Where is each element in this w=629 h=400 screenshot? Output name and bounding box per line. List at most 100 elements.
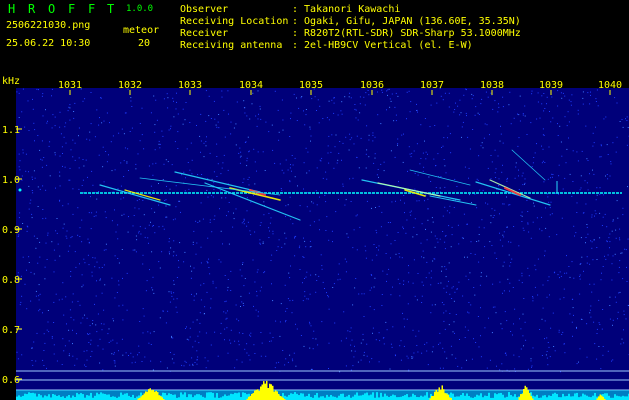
noise-dot <box>82 159 84 160</box>
activity-bar <box>290 393 292 400</box>
noise-dot <box>147 237 149 239</box>
noise-dot <box>534 152 536 154</box>
noise-dot <box>244 142 246 143</box>
noise-dot <box>395 92 397 94</box>
noise-dot <box>602 266 604 267</box>
noise-dot <box>397 95 399 97</box>
noise-dot <box>80 322 82 324</box>
noise-dot <box>61 298 63 300</box>
noise-dot <box>482 189 484 191</box>
noise-dot <box>426 342 428 344</box>
noise-dot <box>593 173 595 175</box>
noise-dot <box>450 152 452 154</box>
noise-dot <box>339 141 341 142</box>
noise-dot <box>217 121 219 123</box>
noise-dot <box>494 209 496 211</box>
noise-dot <box>532 297 534 299</box>
noise-dot <box>498 178 500 180</box>
noise-dot <box>312 202 314 204</box>
noise-dot <box>22 152 24 154</box>
activity-bar <box>364 393 366 400</box>
noise-dot <box>177 113 179 115</box>
noise-dot <box>340 110 342 112</box>
noise-dot <box>532 221 534 223</box>
noise-dot <box>411 152 413 154</box>
noise-dot <box>184 360 186 362</box>
noise-dot <box>158 226 160 228</box>
noise-dot <box>394 106 396 108</box>
noise-dot <box>465 88 467 90</box>
activity-bar <box>462 393 464 400</box>
noise-dot <box>518 169 519 171</box>
noise-dot <box>154 124 156 126</box>
noise-dot <box>408 90 410 92</box>
noise-dot <box>87 254 89 256</box>
noise-dot <box>572 307 574 309</box>
noise-dot <box>117 258 119 259</box>
noise-dot <box>420 242 422 244</box>
noise-dot <box>589 283 591 285</box>
noise-dot <box>142 332 144 334</box>
noise-dot <box>220 332 222 334</box>
noise-dot <box>467 223 468 225</box>
noise-dot <box>175 206 177 208</box>
noise-dot <box>471 358 473 360</box>
noise-dot <box>488 317 489 319</box>
noise-dot <box>454 332 455 334</box>
noise-dot <box>224 275 226 276</box>
noise-dot <box>586 226 588 228</box>
noise-dot <box>568 266 570 267</box>
noise-dot <box>327 145 329 147</box>
noise-dot <box>142 308 144 310</box>
activity-peak-bar <box>269 383 271 400</box>
noise-dot <box>431 351 433 353</box>
noise-dot <box>397 144 398 146</box>
noise-dot <box>42 115 44 117</box>
noise-dot <box>606 226 608 228</box>
noise-dot <box>67 250 69 252</box>
noise-dot <box>385 253 387 254</box>
noise-dot <box>484 327 486 329</box>
noise-dot <box>89 139 91 141</box>
noise-dot <box>150 194 152 195</box>
noise-dot <box>445 268 447 270</box>
noise-dot <box>622 214 624 216</box>
noise-dot <box>612 324 613 326</box>
noise-dot <box>371 207 372 209</box>
noise-dot <box>262 241 264 243</box>
activity-bar <box>534 396 536 400</box>
noise-dot <box>531 366 532 368</box>
noise-dot <box>274 367 276 369</box>
noise-dot <box>284 232 286 234</box>
noise-dot <box>130 352 132 354</box>
noise-dot <box>278 131 280 133</box>
noise-dot <box>86 350 88 352</box>
noise-dot <box>118 132 120 134</box>
noise-dot <box>432 260 434 262</box>
x-tick-label: 1035 <box>299 80 323 91</box>
noise-dot <box>165 159 167 161</box>
noise-dot <box>173 251 175 253</box>
activity-bar <box>452 393 454 400</box>
noise-dot <box>618 292 620 294</box>
noise-dot <box>566 272 568 274</box>
noise-dot <box>56 218 58 219</box>
noise-dot <box>248 292 250 294</box>
noise-dot <box>45 242 47 244</box>
noise-dot <box>481 98 483 100</box>
noise-dot <box>210 307 212 309</box>
noise-dot <box>276 250 278 251</box>
noise-dot <box>287 169 289 171</box>
noise-dot <box>442 145 444 147</box>
noise-dot <box>18 92 20 94</box>
noise-dot <box>158 261 160 263</box>
noise-dot <box>208 95 210 97</box>
noise-dot <box>497 155 499 157</box>
noise-dot <box>305 114 307 116</box>
activity-bar <box>380 392 382 400</box>
noise-dot <box>103 323 105 325</box>
activity-bar <box>390 395 392 400</box>
x-tick-label: 1039 <box>539 80 563 91</box>
noise-dot <box>542 307 544 309</box>
noise-dot <box>593 142 595 144</box>
